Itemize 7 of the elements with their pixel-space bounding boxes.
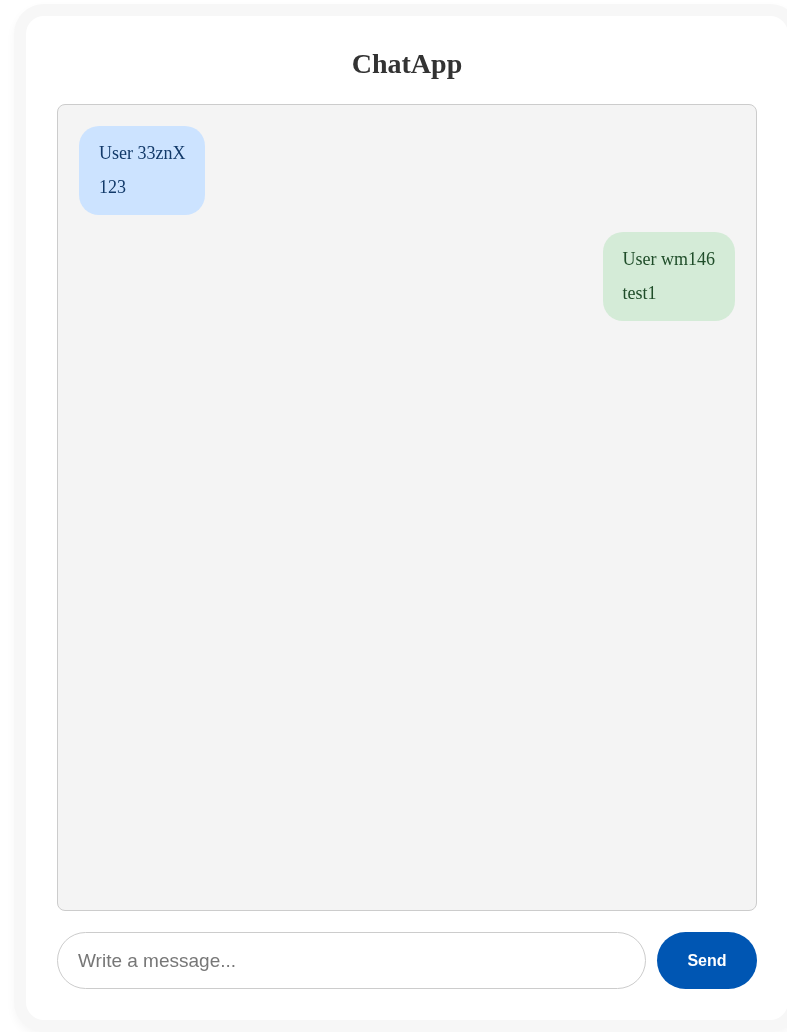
app-title: ChatApp bbox=[350, 47, 464, 81]
message-text: test1 bbox=[622, 282, 658, 305]
sender-name: User 33znX bbox=[99, 142, 186, 165]
message-text: 123 bbox=[99, 176, 127, 199]
send-button[interactable]: Send bbox=[657, 932, 757, 989]
message-input[interactable]: Write a message... bbox=[57, 932, 646, 989]
sender-name: User wm146 bbox=[622, 248, 715, 271]
